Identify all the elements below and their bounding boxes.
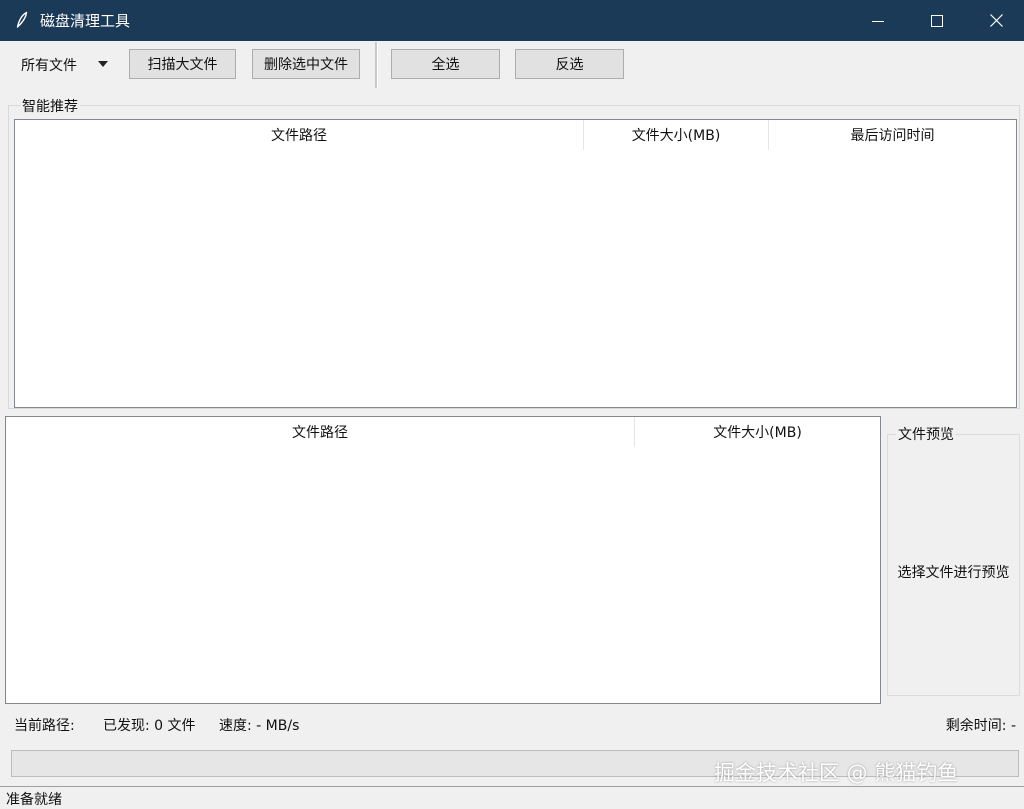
files-found-label: 已发现: 0 文件 <box>103 718 196 734</box>
close-button[interactable] <box>966 0 1024 41</box>
scan-large-files-button[interactable]: 扫描大文件 <box>129 49 236 79</box>
scan-speed-label: 速度: - MB/s <box>219 718 300 734</box>
status-bar: 准备就绪 <box>0 786 1024 808</box>
feather-icon <box>16 11 28 28</box>
maximize-button[interactable] <box>907 0 967 41</box>
current-path-label: 当前路径: <box>14 718 75 734</box>
file-type-value: 所有文件 <box>21 58 77 74</box>
invert-selection-button[interactable]: 反选 <box>515 49 624 79</box>
delete-selected-button[interactable]: 删除选中文件 <box>252 49 360 79</box>
column-header-file-path[interactable]: 文件路径 <box>15 120 583 150</box>
minimize-button[interactable] <box>848 0 908 41</box>
column-header-last-access[interactable]: 最后访问时间 <box>768 120 1016 150</box>
select-all-button[interactable]: 全选 <box>391 49 500 79</box>
remaining-time-label: 剩余时间: - <box>945 718 1016 734</box>
close-icon <box>989 14 1003 27</box>
column-header-file-path[interactable]: 文件路径 <box>6 417 634 447</box>
disk-cleanup-window: 磁盘清理工具 所有文件 扫描大文件 删除选中文件 全选 反选 智能推荐 文件路径… <box>0 0 1024 808</box>
status-message: 准备就绪 <box>6 792 62 808</box>
file-type-dropdown[interactable]: 所有文件 <box>14 50 114 78</box>
preview-placeholder: 选择文件进行预览 <box>897 565 1010 581</box>
recommendations-label: 智能推荐 <box>20 96 80 116</box>
toolbar-separator <box>375 42 378 88</box>
column-header-file-size[interactable]: 文件大小(MB) <box>634 417 880 447</box>
column-header-file-size[interactable]: 文件大小(MB) <box>583 120 768 150</box>
watermark: 掘金技术社区 @ 熊猫钓鱼 <box>714 761 959 785</box>
file-list-table[interactable]: 文件路径 文件大小(MB) <box>5 416 881 704</box>
file-preview-label: 文件预览 <box>896 424 956 444</box>
window-title: 磁盘清理工具 <box>40 12 131 30</box>
maximize-icon <box>931 14 943 27</box>
minimize-icon <box>872 20 884 22</box>
caret-down-icon <box>98 61 108 67</box>
recommendations-table[interactable]: 文件路径 文件大小(MB) 最后访问时间 <box>14 119 1017 408</box>
title-bar: 磁盘清理工具 <box>0 0 1024 41</box>
